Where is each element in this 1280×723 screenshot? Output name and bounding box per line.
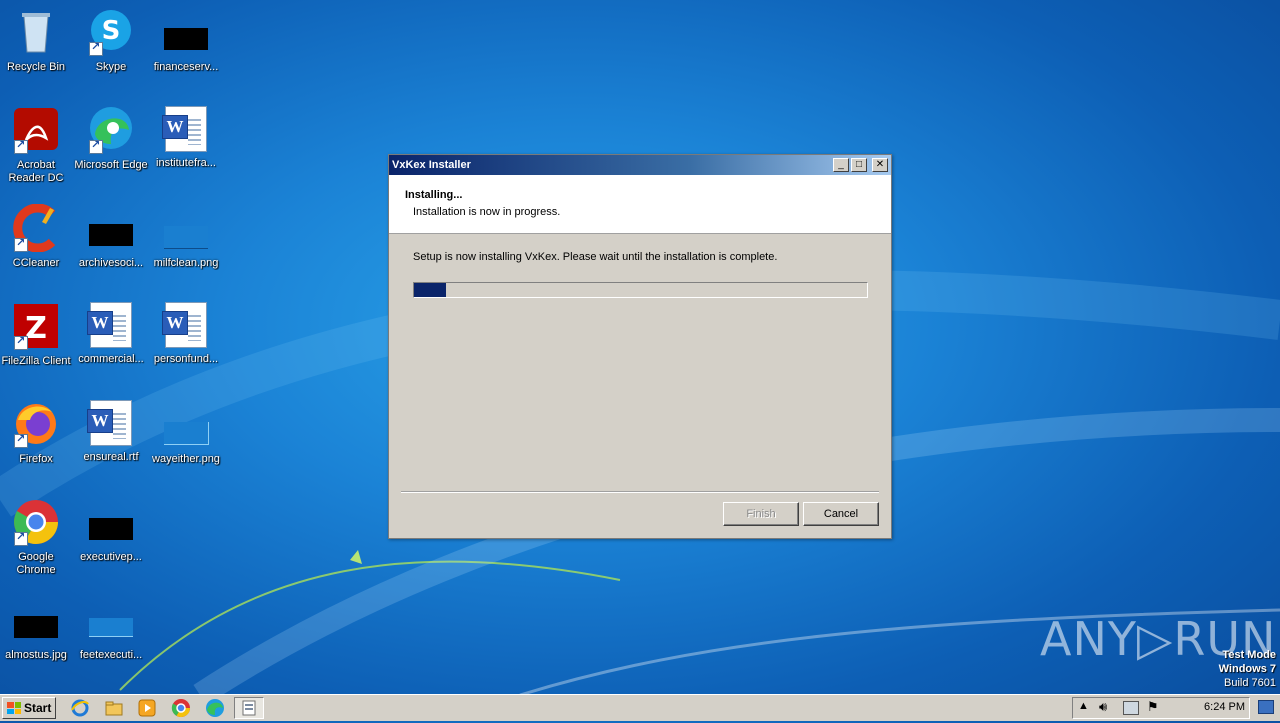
start-button[interactable]: Start — [2, 697, 56, 719]
close-button[interactable]: ✕ — [872, 158, 888, 172]
desktop-icon-chrome[interactable]: Google Chrome — [0, 498, 74, 577]
network-icon[interactable] — [1123, 701, 1139, 715]
desktop-icon-ccleaner[interactable]: CCleaner — [0, 203, 74, 270]
window-title: VxKex Installer — [392, 159, 471, 171]
action-center-flag-icon[interactable]: ⚑ — [1147, 699, 1159, 715]
desktop-icon-filezilla[interactable]: Z FileZilla Client — [0, 302, 74, 368]
svg-text:Z: Z — [25, 311, 47, 346]
watermark-line-2: Windows 7 — [1218, 663, 1276, 675]
cancel-button[interactable]: Cancel — [803, 502, 879, 526]
divider — [401, 491, 879, 493]
svg-text:S: S — [102, 16, 121, 46]
internet-explorer-icon[interactable] — [70, 698, 90, 718]
start-label: Start — [24, 701, 52, 715]
desktop-icon-commercial[interactable]: W commercial... — [73, 302, 149, 366]
shortcut-arrow-icon — [14, 334, 28, 350]
system-tray: ▲ 🔊︎ ⚑ 6:24 PM — [1072, 697, 1250, 719]
desktop-icon-executivep[interactable]: executivep... — [73, 498, 149, 564]
word-document-icon: W — [162, 302, 207, 348]
clock[interactable]: 6:24 PM — [1204, 701, 1245, 713]
edge-icon[interactable] — [205, 698, 225, 718]
desktop-icon-financeserv[interactable]: financeserv... — [148, 8, 224, 74]
media-player-icon[interactable] — [137, 698, 157, 718]
shortcut-arrow-icon — [14, 530, 28, 546]
word-document-icon: W — [87, 400, 132, 446]
file-thumbnail-icon — [87, 498, 135, 546]
desktop-icon-archivesoci[interactable]: archivesoci... — [73, 204, 149, 270]
shortcut-arrow-icon — [89, 138, 103, 154]
file-thumbnail-icon — [162, 8, 210, 56]
skype-icon: S — [87, 8, 135, 56]
word-document-icon: W — [87, 302, 132, 348]
desktop-icon-edge[interactable]: Microsoft Edge — [73, 106, 149, 172]
minimize-button[interactable]: _ — [833, 158, 849, 172]
acrobat-icon — [12, 106, 60, 154]
file-thumbnail-icon — [87, 204, 135, 252]
desktop-icon-acrobat[interactable]: Acrobat Reader DC — [0, 106, 74, 185]
progress-bar — [413, 282, 868, 298]
recycle-bin-icon — [12, 8, 60, 56]
file-thumbnail-icon — [12, 596, 60, 644]
installer-icon[interactable] — [234, 697, 264, 719]
explorer-icon[interactable] — [104, 698, 124, 718]
show-hidden-icons-icon[interactable]: ▲ — [1078, 700, 1089, 712]
taskbar: Start ▲ 🔊︎ ⚑ 6:24 PM — [0, 694, 1280, 721]
filezilla-icon: Z — [12, 302, 60, 350]
show-desktop-icon[interactable] — [1258, 700, 1274, 714]
installer-window: VxKex Installer _ □ ✕ Installing... Inst… — [388, 154, 892, 539]
desktop-icon-recycle-bin[interactable]: Recycle Bin — [0, 8, 74, 74]
status-text: Setup is now installing VxKex. Please wa… — [413, 251, 778, 263]
chrome-icon[interactable] — [171, 698, 191, 718]
desktop-icon-wayeither[interactable]: wayeither.png — [148, 400, 224, 466]
edge-icon — [87, 106, 135, 154]
desktop-icon-firefox[interactable]: Firefox — [0, 400, 74, 466]
image-thumbnail-icon — [162, 204, 210, 252]
desktop-icon-institutefra[interactable]: W institutefra... — [148, 106, 224, 170]
word-document-icon: W — [162, 106, 207, 152]
watermark-line-1: Test Mode — [1222, 649, 1276, 661]
progress-bar-fill — [414, 283, 446, 297]
windows-flag-icon — [7, 702, 21, 714]
desktop-icon-ensureal[interactable]: W ensureal.rtf — [73, 400, 149, 464]
desktop-icon-milfclean[interactable]: milfclean.png — [148, 204, 224, 270]
shortcut-arrow-icon — [14, 236, 28, 252]
finish-button[interactable]: Finish — [723, 502, 799, 526]
shortcut-arrow-icon — [14, 138, 28, 154]
installer-header: Installing... Installation is now in pro… — [389, 175, 891, 234]
maximize-button[interactable]: □ — [851, 158, 867, 172]
desktop-icon-feetexecuti[interactable]: feetexecuti... — [73, 596, 149, 662]
test-mode-watermark: Test Mode Windows 7 Build 7601 — [1219, 648, 1276, 690]
firefox-icon — [12, 400, 60, 448]
chrome-icon — [12, 498, 60, 546]
header-title: Installing... — [405, 189, 463, 201]
desktop-icon-almostus[interactable]: almostus.jpg — [0, 596, 74, 662]
image-thumbnail-icon — [162, 400, 210, 448]
ccleaner-icon — [12, 203, 60, 253]
desktop-icon-personfund[interactable]: W personfund... — [148, 302, 224, 366]
image-thumbnail-icon — [87, 596, 135, 644]
shortcut-arrow-icon — [89, 40, 103, 56]
watermark-line-3: Build 7601 — [1224, 677, 1276, 689]
shortcut-arrow-icon — [14, 432, 28, 448]
desktop-icon-skype[interactable]: S Skype — [73, 8, 149, 74]
header-subtitle: Installation is now in progress. — [413, 206, 561, 218]
window-titlebar[interactable]: VxKex Installer _ □ ✕ — [389, 155, 891, 175]
volume-icon[interactable]: 🔊︎ — [1099, 699, 1107, 715]
